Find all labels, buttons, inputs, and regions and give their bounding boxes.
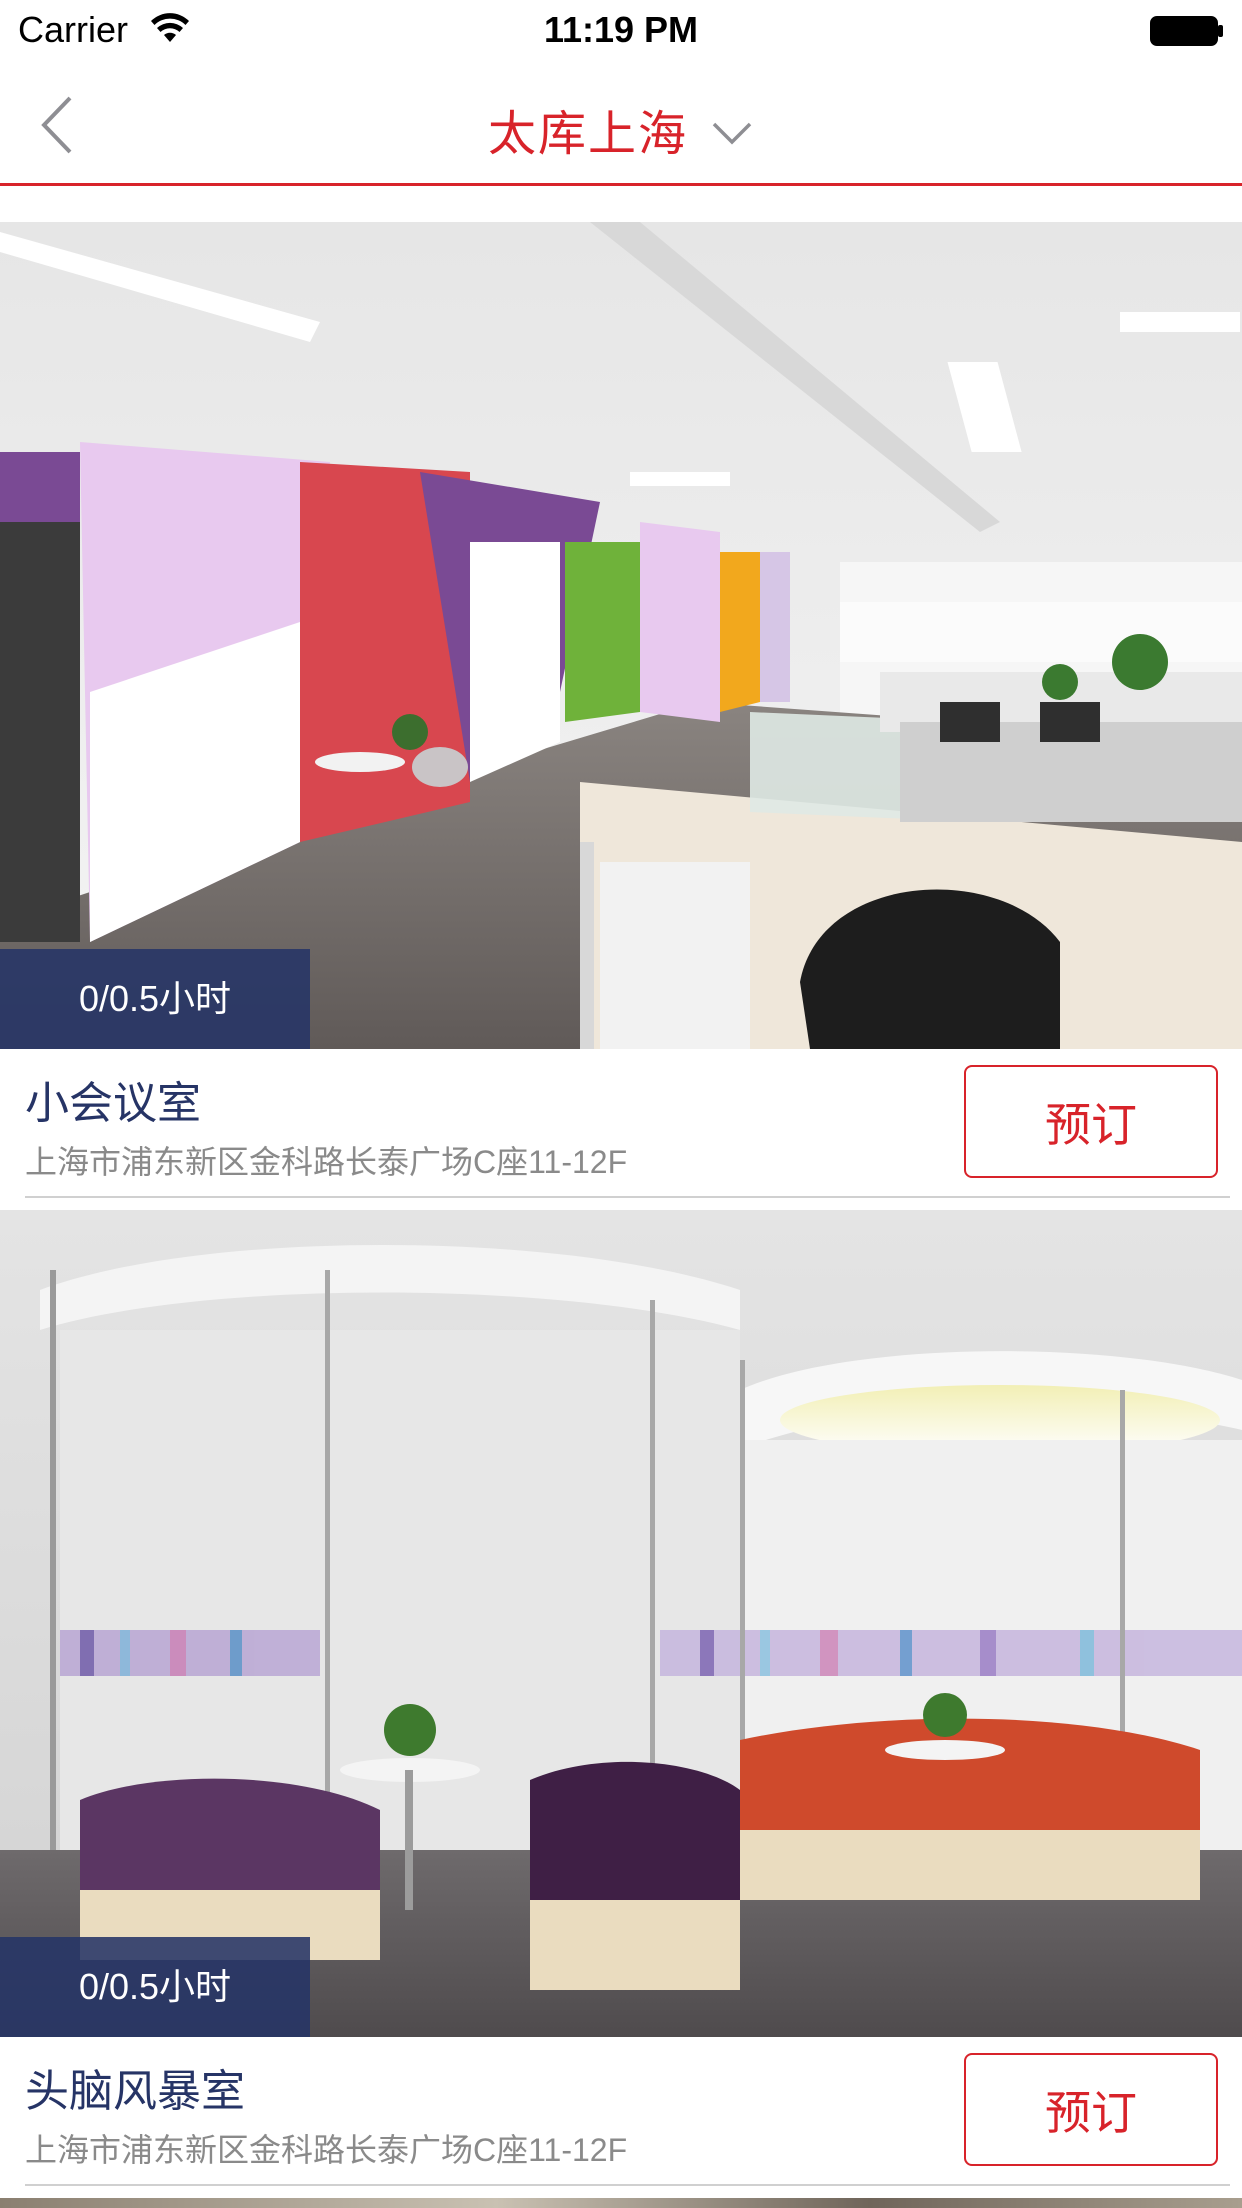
room-list: 0/0.5小时 小会议室 上海市浦东新区金科路长泰广场C座11-12F 预订 0… [0, 222, 1242, 2198]
room-photo[interactable] [0, 1210, 1242, 2037]
screen: Carrier 11:19 PM 太库上海 0/0.5小时 小会议室 上海市浦东… [0, 0, 1242, 2208]
chevron-down-icon [712, 122, 752, 145]
room-name: 小会议室 [25, 1079, 201, 1128]
nav-bar: 太库上海 [0, 62, 1242, 186]
room-address: 上海市浦东新区金科路长泰广场C座11-12F [25, 2132, 628, 2168]
price-badge: 0/0.5小时 [0, 949, 310, 1049]
status-time: 11:19 PM [543, 9, 699, 50]
room-name: 头脑风暴室 [25, 2067, 245, 2116]
office-photo-image [0, 222, 1242, 1049]
lounge-photo-image [0, 1210, 1242, 2037]
next-room-photo-peek [0, 2198, 1242, 2208]
room-photo[interactable] [0, 222, 1242, 1049]
room-card[interactable]: 0/0.5小时 头脑风暴室 上海市浦东新区金科路长泰广场C座11-12F 预订 [0, 1210, 1242, 2198]
room-info: 小会议室 上海市浦东新区金科路长泰广场C座11-12F 预订 [0, 1049, 1242, 1197]
room-card[interactable]: 0/0.5小时 小会议室 上海市浦东新区金科路长泰广场C座11-12F 预订 [0, 222, 1242, 1210]
book-button[interactable]: 预订 [964, 1065, 1218, 1178]
room-info: 头脑风暴室 上海市浦东新区金科路长泰广场C座11-12F 预订 [0, 2037, 1242, 2185]
divider [25, 2184, 1230, 2186]
price-badge: 0/0.5小时 [0, 1937, 310, 2037]
city-selector[interactable]: 太库上海 [0, 94, 1242, 164]
battery-icon [1150, 16, 1223, 46]
book-button[interactable]: 预订 [964, 2053, 1218, 2166]
status-bar: Carrier 11:19 PM [0, 0, 1242, 62]
page-title: 太库上海 [487, 108, 688, 161]
room-address: 上海市浦东新区金科路长泰广场C座11-12F [25, 1144, 628, 1180]
divider [25, 1196, 1230, 1198]
